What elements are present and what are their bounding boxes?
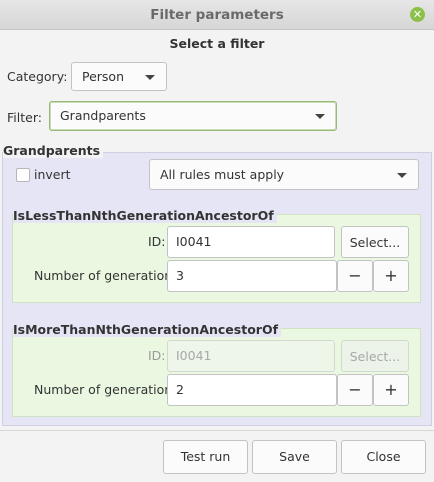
window-title: Filter parameters: [150, 7, 284, 23]
select-button[interactable]: Select...: [341, 340, 409, 372]
close-button[interactable]: Close: [341, 440, 426, 474]
category-value: Person: [82, 69, 125, 84]
select-button[interactable]: Select...: [341, 226, 409, 258]
increment-button[interactable]: +: [373, 260, 409, 292]
chevron-down-icon: [397, 173, 407, 178]
save-button[interactable]: Save: [252, 440, 337, 474]
dialog-heading: Select a filter: [169, 36, 265, 51]
rule-title: IsMoreThanNthGenerationAncestorOf: [13, 322, 282, 337]
divider: [0, 430, 434, 431]
group-title: Grandparents: [3, 143, 104, 158]
generations-input[interactable]: 3: [167, 260, 337, 292]
id-label: ID:: [148, 234, 166, 249]
rules-mode-combo[interactable]: All rules must apply: [149, 159, 419, 190]
category-combo[interactable]: Person: [71, 62, 167, 91]
decrement-button[interactable]: −: [337, 374, 373, 406]
filter-label: Filter:: [7, 110, 42, 125]
id-input[interactable]: I0041: [167, 340, 335, 372]
rule-title: IsLessThanNthGenerationAncestorOf: [13, 208, 277, 223]
filter-combo[interactable]: Grandparents: [49, 101, 337, 131]
filter-value: Grandparents: [60, 108, 146, 123]
test-run-button[interactable]: Test run: [163, 440, 248, 474]
id-input[interactable]: I0041: [167, 226, 335, 258]
increment-button[interactable]: +: [373, 374, 409, 406]
category-label: Category:: [7, 69, 68, 84]
generations-input[interactable]: 2: [167, 374, 337, 406]
rules-mode-value: All rules must apply: [160, 167, 285, 182]
generations-label: Number of generations:: [34, 382, 183, 397]
chevron-down-icon: [145, 75, 155, 80]
generations-label: Number of generations:: [34, 268, 183, 283]
chevron-down-icon: [315, 114, 325, 119]
invert-checkbox[interactable]: [16, 168, 30, 182]
id-label: ID:: [148, 348, 166, 363]
invert-label: invert: [34, 167, 71, 182]
close-icon[interactable]: ✕: [410, 7, 425, 22]
decrement-button[interactable]: −: [337, 260, 373, 292]
